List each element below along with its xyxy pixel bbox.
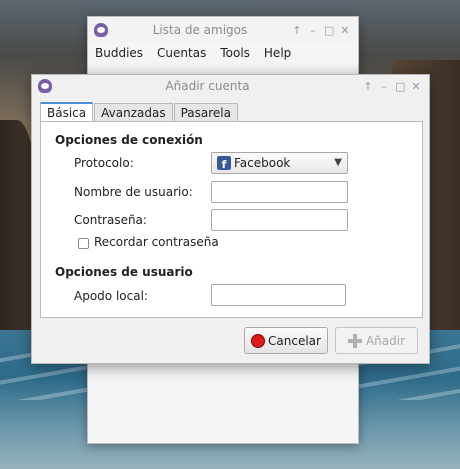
maximize-icon[interactable]: □ — [395, 80, 405, 93]
account-tabs: Básica Avanzadas Pasarela — [40, 102, 239, 122]
remember-password-label[interactable]: Recordar contraseña — [94, 235, 219, 249]
minimize-icon[interactable]: – — [308, 24, 318, 37]
cancel-button-label: Cancelar — [268, 333, 321, 348]
connection-options-heading: Opciones de conexión — [55, 133, 203, 147]
protocol-label: Protocolo: — [74, 156, 134, 170]
username-label: Nombre de usuario: — [74, 185, 193, 199]
chevron-down-icon: ▼ — [334, 157, 342, 168]
buddy-list-menubar: Buddies Cuentas Tools Help — [88, 43, 358, 63]
stop-icon — [251, 333, 266, 348]
menu-buddies[interactable]: Buddies — [95, 46, 143, 60]
keep-above-icon[interactable]: ↑ — [292, 24, 302, 37]
user-options-heading: Opciones de usuario — [55, 265, 193, 279]
protocol-selected-value: Facebook — [234, 156, 291, 170]
tab-pasarela[interactable]: Pasarela — [173, 103, 238, 122]
alias-label: Apodo local: — [74, 289, 148, 303]
maximize-icon[interactable]: □ — [324, 24, 334, 37]
buddy-window-controls: ↑ – □ ✕ — [292, 24, 350, 37]
menu-cuentas[interactable]: Cuentas — [157, 46, 206, 60]
add-button-label: Añadir — [365, 333, 406, 348]
keep-above-icon[interactable]: ↑ — [363, 80, 373, 93]
add-account-title: Añadir cuenta — [165, 79, 250, 93]
menu-help[interactable]: Help — [264, 46, 291, 60]
add-button[interactable]: Añadir — [335, 327, 418, 354]
password-label: Contraseña: — [74, 213, 147, 227]
dialog-window-controls: ↑ – □ ✕ — [363, 80, 421, 93]
close-icon[interactable]: ✕ — [411, 80, 421, 93]
add-account-dialog: Añadir cuenta ↑ – □ ✕ Básica Avanzadas P… — [31, 74, 430, 364]
cancel-button[interactable]: Cancelar — [244, 327, 328, 354]
remember-password-checkbox[interactable] — [78, 238, 89, 249]
pidgin-app-icon — [94, 23, 108, 37]
protocol-select[interactable]: f Facebook ▼ — [211, 152, 348, 174]
add-account-titlebar[interactable]: Añadir cuenta ↑ – □ ✕ — [32, 75, 429, 97]
plus-icon — [347, 333, 362, 348]
buddy-list-title: Lista de amigos — [152, 23, 248, 37]
pidgin-app-icon — [38, 79, 52, 93]
facebook-icon: f — [217, 156, 231, 170]
minimize-icon[interactable]: – — [379, 80, 389, 93]
menu-tools[interactable]: Tools — [220, 46, 250, 60]
username-input[interactable] — [211, 181, 348, 203]
basic-tab-panel: Opciones de conexión Protocolo: f Facebo… — [40, 121, 423, 318]
alias-input[interactable] — [211, 284, 346, 306]
tab-avanzadas[interactable]: Avanzadas — [94, 103, 173, 122]
buddy-list-titlebar[interactable]: Lista de amigos ↑ – □ ✕ — [88, 17, 358, 43]
password-input[interactable] — [211, 209, 348, 231]
close-icon[interactable]: ✕ — [340, 24, 350, 37]
tab-basica[interactable]: Básica — [40, 102, 94, 122]
